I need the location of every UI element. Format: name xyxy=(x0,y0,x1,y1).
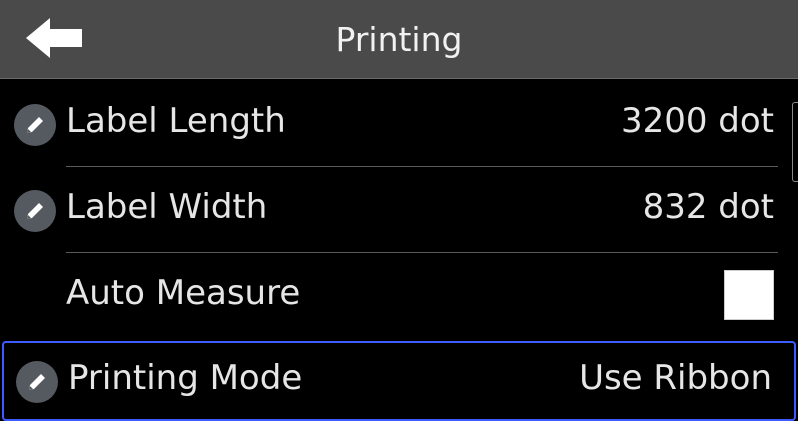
setting-label: Label Width xyxy=(66,187,268,227)
auto-measure-checkbox[interactable] xyxy=(724,270,774,320)
setting-label: Label Length xyxy=(66,101,286,141)
setting-row-label-length[interactable]: Label Length 3200 dot xyxy=(0,81,798,167)
setting-label: Auto Measure xyxy=(66,273,301,313)
setting-row-auto-measure[interactable]: Auto Measure xyxy=(0,253,798,339)
setting-row-printing-mode[interactable]: Printing Mode Use Ribbon xyxy=(2,341,796,421)
setting-row-label-width[interactable]: Label Width 832 dot xyxy=(0,167,798,253)
setting-value: 832 dot xyxy=(642,187,774,227)
title-bar: Printing xyxy=(0,0,798,79)
setting-label: Printing Mode xyxy=(68,358,303,398)
setting-value: 3200 dot xyxy=(620,101,774,141)
pencil-icon xyxy=(14,104,56,146)
page-title: Printing xyxy=(335,20,463,59)
pencil-icon xyxy=(14,190,56,232)
setting-value: Use Ribbon xyxy=(579,358,772,398)
settings-list: Label Length 3200 dot Label Width 832 do… xyxy=(0,79,798,421)
pencil-icon xyxy=(16,361,58,403)
scrollbar[interactable] xyxy=(792,102,798,182)
